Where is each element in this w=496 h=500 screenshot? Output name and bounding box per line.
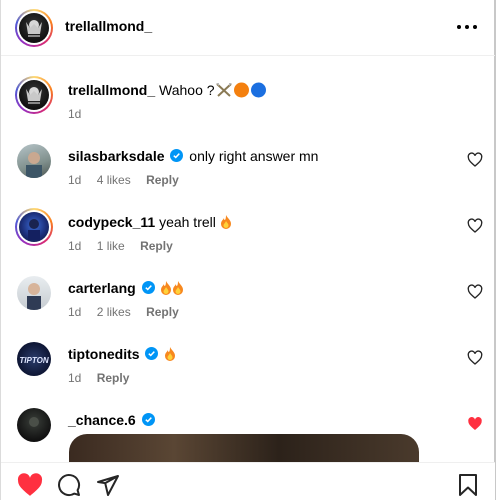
comment-avatar[interactable] [17, 144, 51, 178]
comment-username[interactable]: codypeck_11 [68, 214, 155, 230]
blue-circle-emoji-icon [250, 82, 267, 98]
comment-avatar[interactable] [17, 276, 51, 310]
header-username[interactable]: trellallmond_ [65, 18, 152, 34]
caption-time: 1d [68, 107, 82, 121]
caption-body: Wahoo ? [159, 82, 215, 98]
comment-username[interactable]: silasbarksdale [68, 148, 165, 164]
caption-avatar[interactable] [15, 76, 53, 114]
orange-circle-emoji-icon [233, 82, 250, 98]
heart-outline-icon[interactable] [467, 350, 483, 366]
comment-likes[interactable]: 2 likes [97, 305, 131, 319]
post-header: trellallmond_ [1, 0, 495, 56]
reply-button[interactable]: Reply [140, 239, 173, 253]
comment-username[interactable]: tiptonedits [68, 346, 140, 362]
verified-badge-icon [140, 280, 157, 296]
comment-text: yeah trell [159, 214, 216, 230]
comment-likes[interactable]: 1 like [97, 239, 125, 253]
comment-time: 1d [68, 371, 82, 385]
caption-username[interactable]: trellallmond_ [68, 82, 155, 98]
profile-avatar[interactable] [15, 9, 53, 47]
comment-avatar[interactable]: TIPTON [17, 342, 51, 376]
heart-filled-icon[interactable] [17, 473, 43, 497]
verified-badge-icon [143, 346, 160, 362]
comment-avatar[interactable] [15, 208, 53, 246]
heart-outline-icon[interactable] [467, 218, 483, 234]
comment-icon[interactable] [57, 473, 81, 497]
comment-time: 1d [68, 239, 82, 253]
fire-emoji-icon [160, 280, 172, 296]
more-horizontal-icon[interactable] [455, 16, 479, 36]
fire-emoji-icon [172, 280, 184, 296]
reply-button[interactable]: Reply [146, 305, 179, 319]
reply-button[interactable]: Reply [97, 371, 130, 385]
comment-likes[interactable]: 4 likes [97, 173, 131, 187]
post-comments-panel: trellallmond_ trellallmond_ Wahoo ? 1d s… [0, 0, 496, 500]
comment-time: 1d [68, 305, 82, 319]
comment-avatar[interactable] [17, 408, 51, 442]
comment-username[interactable]: carterlang [68, 280, 136, 296]
crossed-swords-emoji-icon [215, 82, 233, 98]
heart-outline-icon[interactable] [467, 152, 483, 168]
verified-badge-icon [168, 148, 185, 164]
comment-text: only right answer mn [189, 148, 319, 164]
heart-filled-icon[interactable] [467, 416, 483, 432]
caption-meta: 1d [68, 107, 93, 121]
comment-time: 1d [68, 173, 82, 187]
comment-username[interactable]: _chance.6 [68, 412, 136, 428]
svg-text:TIPTON: TIPTON [19, 356, 48, 365]
action-bar [1, 462, 495, 500]
heart-outline-icon[interactable] [467, 284, 483, 300]
fire-emoji-icon [164, 346, 176, 362]
fire-emoji-icon [220, 214, 232, 230]
verified-badge-icon [140, 412, 157, 428]
bookmark-icon[interactable] [457, 473, 479, 497]
reply-button[interactable]: Reply [146, 173, 179, 187]
caption-text-line: trellallmond_ Wahoo ? [68, 81, 267, 99]
share-icon[interactable] [96, 473, 120, 497]
